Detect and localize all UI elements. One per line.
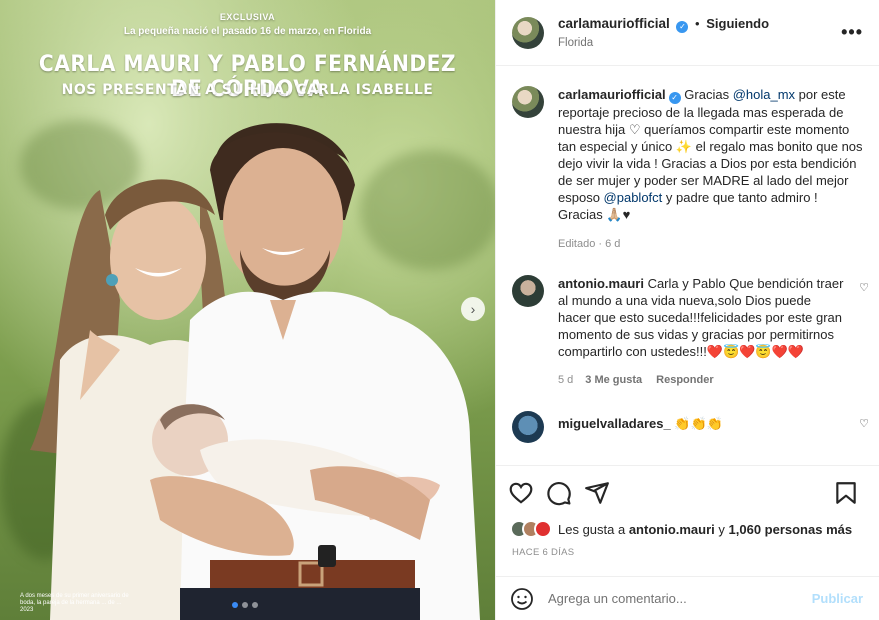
comment-time: 5 d <box>558 374 574 386</box>
carousel-dot <box>232 602 238 608</box>
post-location[interactable]: Florida <box>558 37 769 49</box>
more-options-icon[interactable]: ••• <box>841 22 863 43</box>
post-side-panel: carlamauriofficial ✓ • Siguiendo Florida… <box>495 0 879 620</box>
like-comment-icon[interactable]: ♡ <box>859 417 869 430</box>
post-timestamp: HACE 6 DÍAS <box>512 547 575 558</box>
carousel-dot <box>242 602 248 608</box>
verified-icon: ✓ <box>676 21 689 33</box>
commenter-username[interactable]: miguelvalladares_ <box>558 416 671 431</box>
caption-text: por este reportaje precioso de la llegad… <box>558 87 863 205</box>
carousel-indicator <box>232 602 258 608</box>
carousel-dot <box>252 602 258 608</box>
author-avatar[interactable] <box>512 16 544 49</box>
next-slide-button[interactable]: › <box>461 297 485 321</box>
magazine-subtitle: La pequeña nació el pasado 16 de marzo, … <box>123 26 372 37</box>
add-comment-bar: Publicar <box>496 576 879 620</box>
chevron-right-icon: › <box>470 301 476 317</box>
author-avatar[interactable] <box>512 86 544 118</box>
emoji-icon[interactable] <box>510 587 534 611</box>
magazine-exclusive-label: EXCLUSIVA <box>219 12 276 22</box>
post-photo[interactable]: EXCLUSIVA La pequeña nació el pasado 16 … <box>0 0 495 620</box>
likes-text: Les gusta a antonio.mauri y 1,060 person… <box>558 521 853 537</box>
reply-button[interactable]: Responder <box>656 374 713 386</box>
caption-text: Gracias <box>684 87 733 102</box>
comment: miguelvalladares_ 👏👏👏 ♡ <box>512 411 869 443</box>
liker-avatar <box>534 520 552 538</box>
commenter-avatar[interactable] <box>512 275 544 307</box>
comment-meta: 5 d 3 Me gusta Responder <box>558 372 845 389</box>
like-comment-icon[interactable]: ♡ <box>859 281 869 294</box>
comment-likes[interactable]: 3 Me gusta <box>585 374 642 386</box>
post-header: carlamauriofficial ✓ • Siguiendo Florida… <box>496 0 879 66</box>
mention-link[interactable]: @hola_mx <box>733 87 795 102</box>
instagram-post: EXCLUSIVA La pequeña nació el pasado 16 … <box>0 0 879 620</box>
post-actions: Les gusta a antonio.mauri y 1,060 person… <box>496 465 879 558</box>
caption-meta: Editado · 6 d <box>558 238 621 250</box>
comment: antonio.mauri Carla y Pablo Que bendició… <box>512 275 869 389</box>
mention-link[interactable]: @pablofct <box>604 190 663 205</box>
publish-button[interactable]: Publicar <box>812 591 863 606</box>
caption-username[interactable]: carlamauriofficial <box>558 87 666 102</box>
comments-section[interactable]: carlamauriofficial ✓ Gracias @hola_mx por… <box>496 66 879 465</box>
magazine-subheadline: NOS PRESENTAN A SU HIJA, CARLA ISABELLE <box>61 82 434 98</box>
likes-count[interactable]: 1,060 personas más <box>729 522 853 537</box>
save-bookmark-icon[interactable] <box>833 480 859 506</box>
following-button[interactable]: Siguiendo <box>706 16 769 31</box>
author-username[interactable]: carlamauriofficial <box>558 16 670 31</box>
share-icon[interactable] <box>584 480 610 506</box>
comment-text: 👏👏👏 <box>670 416 723 431</box>
liker-username[interactable]: antonio.mauri <box>629 522 715 537</box>
likes-summary[interactable]: Les gusta a antonio.mauri y 1,060 person… <box>510 520 863 538</box>
commenter-username[interactable]: antonio.mauri <box>558 276 644 291</box>
photo-caption: A dos meses de su primer aniversario de … <box>20 593 129 613</box>
separator-dot: • <box>695 16 700 31</box>
comment-icon[interactable] <box>546 480 572 506</box>
post-caption: carlamauriofficial ✓ Gracias @hola_mx por… <box>512 86 863 253</box>
comment-input[interactable] <box>548 591 812 606</box>
verified-icon: ✓ <box>668 92 681 104</box>
like-heart-icon[interactable] <box>508 480 534 506</box>
commenter-avatar[interactable] <box>512 411 544 443</box>
